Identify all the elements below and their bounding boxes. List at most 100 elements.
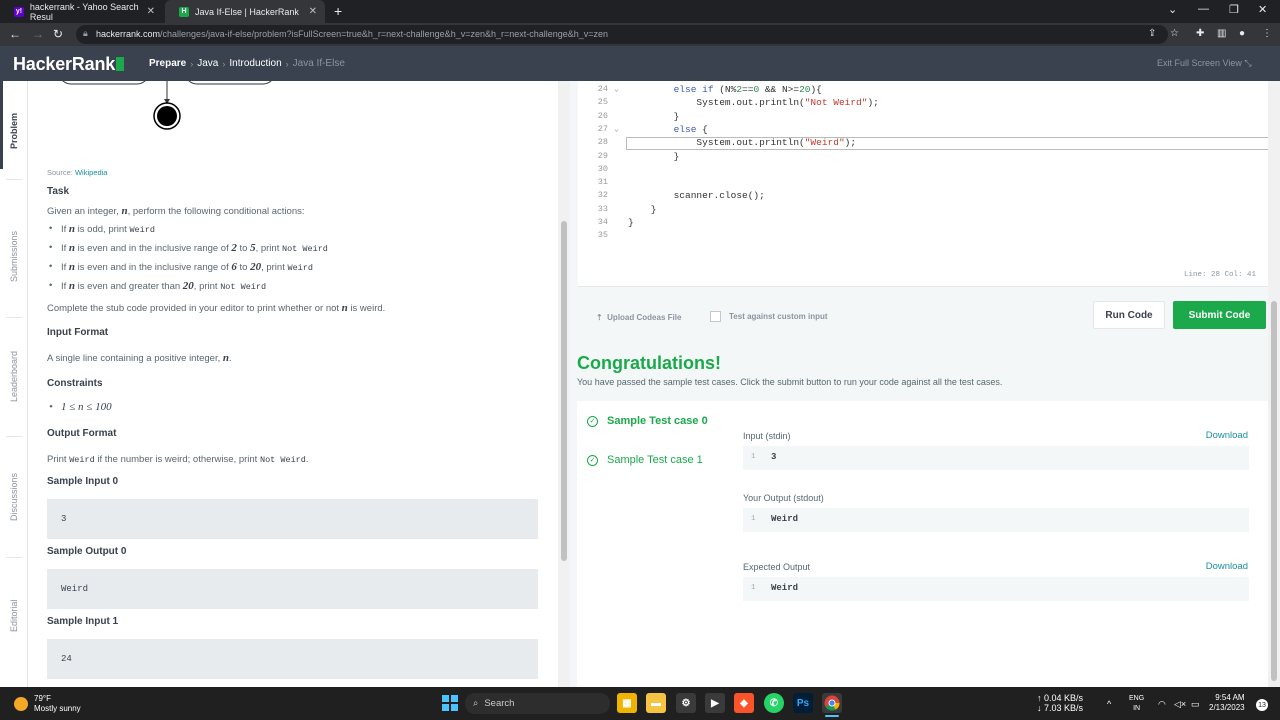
fold-icon[interactable]: ⌄: [614, 124, 619, 134]
code-line[interactable]: 29 }: [578, 151, 1268, 164]
media-player-icon[interactable]: ▶: [705, 693, 725, 713]
input-format-heading: Input Format: [47, 327, 109, 338]
chevron-right-icon: ›: [190, 58, 194, 69]
line-number: 32: [597, 190, 608, 201]
testcase-0-tab[interactable]: ✓ Sample Test case 0: [587, 415, 708, 427]
submit-code-button[interactable]: Submit Code: [1173, 301, 1266, 329]
editor-scrollbar[interactable]: [1268, 81, 1280, 687]
congrats-subtitle: You have passed the sample test cases. C…: [577, 377, 1003, 387]
tab-search-icon[interactable]: ⌄: [1168, 3, 1177, 16]
test-results: ✓ Sample Test case 0 ✓ Sample Test case 1 …: [577, 401, 1268, 687]
sample-input1-block: 24: [47, 639, 538, 679]
language-indicator[interactable]: ENG IN: [1129, 694, 1144, 714]
crumb-java[interactable]: Java: [197, 58, 218, 69]
hackerrank-logo[interactable]: HackerRank: [13, 54, 125, 75]
extensions-icon[interactable]: ✚: [1196, 28, 1204, 39]
profile-icon[interactable]: ●: [1239, 28, 1245, 39]
wikipedia-link[interactable]: Wikipedia: [75, 168, 108, 177]
chrome-icon[interactable]: [822, 693, 842, 713]
code-line[interactable]: 28 System.out.println("Weird");: [578, 137, 1268, 150]
chevron-up-icon[interactable]: ^: [1107, 699, 1111, 709]
new-tab-icon[interactable]: +: [334, 3, 342, 19]
your-output-label: Your Output (stdout): [743, 493, 824, 503]
hackerrank-favicon-icon: H: [179, 6, 189, 17]
problem-scrollbar[interactable]: [558, 81, 570, 687]
code-line[interactable]: 33 }: [578, 204, 1268, 217]
taskbar-search[interactable]: ⌕ Search: [465, 693, 610, 714]
code-line[interactable]: 24 ⌄ else if (N%2==0 && N>=20){: [578, 84, 1268, 97]
constraint-item: 1 ≤ n ≤ 100: [49, 401, 111, 413]
file-explorer-icon[interactable]: ▬: [646, 693, 666, 713]
output-format-text: Print Weird if the number is weird; othe…: [47, 454, 309, 465]
crumb-introduction[interactable]: Introduction: [229, 58, 281, 69]
tab-leaderboard[interactable]: Leaderboard: [0, 336, 28, 416]
code-line[interactable]: 27 ⌄ else {: [578, 124, 1268, 137]
side-tabs: Problem Submissions Leaderboard Discussi…: [0, 81, 28, 687]
breadcrumb: Prepare › Java › Introduction › Java If-…: [149, 58, 345, 69]
fold-icon[interactable]: ⌄: [614, 84, 619, 94]
calendar-app-icon[interactable]: ▦: [617, 693, 637, 713]
divider: [6, 557, 22, 558]
close-tab-icon[interactable]: ✕: [147, 6, 155, 17]
battery-icon[interactable]: ▭: [1191, 699, 1200, 710]
code-line[interactable]: 30: [578, 164, 1268, 177]
checkbox[interactable]: [710, 311, 721, 322]
tab-problem[interactable]: Problem: [0, 101, 28, 161]
custom-input-toggle[interactable]: Test against custom input: [710, 311, 828, 322]
tab-discussions[interactable]: Discussions: [0, 457, 28, 537]
tab-editorial[interactable]: Editorial: [0, 581, 28, 651]
code-line[interactable]: 31: [578, 177, 1268, 190]
reload-icon[interactable]: ↻: [53, 27, 63, 41]
restore-icon[interactable]: ❐: [1229, 3, 1239, 16]
sample-input1-heading: Sample Input 1: [47, 616, 119, 627]
brave-browser-icon[interactable]: ◆: [734, 693, 754, 713]
whatsapp-icon[interactable]: ✆: [764, 693, 784, 713]
line-number: 27: [597, 123, 608, 134]
tab-yahoo[interactable]: y! hackerrank - Yahoo Search Resul ✕: [0, 0, 163, 23]
line-number: 29: [597, 150, 608, 161]
chevron-right-icon: ›: [285, 58, 289, 69]
code-text: System.out.println("Not Weird");: [628, 97, 879, 109]
lock-icon[interactable]: 🔒︎: [83, 28, 88, 39]
code-line[interactable]: 34}: [578, 217, 1268, 230]
check-circle-icon: ✓: [587, 415, 598, 427]
rule-item: If n is even and greater than 20, print …: [49, 280, 266, 292]
download-input-link[interactable]: Download: [1206, 430, 1248, 441]
source-line: Source: Wikipedia: [47, 168, 108, 177]
forward-icon[interactable]: →: [32, 27, 44, 41]
network-speed: ↑ 0.04 KB/s ↓ 7.03 KB/s: [1037, 693, 1084, 713]
tab-submissions[interactable]: Submissions: [0, 216, 28, 296]
code-line[interactable]: 35: [578, 230, 1268, 243]
notification-badge[interactable]: 13: [1256, 699, 1268, 711]
code-line[interactable]: 26 }: [578, 111, 1268, 124]
weather-widget[interactable]: 79°F Mostly sunny: [14, 694, 81, 714]
active-app-indicator: [825, 715, 839, 717]
code-line[interactable]: 25 System.out.println("Not Weird");: [578, 97, 1268, 110]
crumb-prepare[interactable]: Prepare: [149, 58, 186, 69]
bookmark-star-icon[interactable]: ☆: [1170, 28, 1179, 39]
wifi-icon[interactable]: ◠: [1158, 699, 1166, 710]
start-icon[interactable]: [440, 693, 460, 713]
exit-fullscreen-link[interactable]: Exit Full Screen View ⤡: [1157, 58, 1252, 69]
url-text[interactable]: hackerrank.com/challenges/java-if-else/p…: [96, 29, 608, 39]
code-text: System.out.println("Weird");: [628, 137, 857, 149]
settings-icon[interactable]: ⚙: [676, 693, 696, 713]
download-expected-link[interactable]: Download: [1206, 561, 1248, 572]
back-icon[interactable]: ←: [9, 27, 21, 41]
share-icon[interactable]: ⇪: [1148, 28, 1156, 39]
close-tab-icon[interactable]: ✕: [309, 6, 317, 17]
menu-icon[interactable]: ⋮: [1262, 28, 1272, 39]
minimize-icon[interactable]: —: [1198, 3, 1209, 15]
run-code-button[interactable]: Run Code: [1093, 301, 1165, 329]
close-window-icon[interactable]: ✕: [1258, 3, 1267, 16]
upload-file-button[interactable]: ⇡ Upload Codeas File: [596, 313, 681, 322]
collapse-icon: ⤡: [1244, 58, 1252, 68]
testcase-1-tab[interactable]: ✓ Sample Test case 1: [587, 454, 703, 466]
code-line[interactable]: 32 scanner.close();: [578, 190, 1268, 203]
clock[interactable]: 9:54 AM 2/13/2023: [1209, 693, 1245, 713]
tab-hackerrank[interactable]: H Java If-Else | HackerRank ✕: [165, 0, 325, 23]
volume-icon[interactable]: ◁×: [1174, 699, 1186, 710]
photoshop-icon[interactable]: Ps: [793, 693, 813, 713]
sidepanel-icon[interactable]: ▥: [1217, 28, 1226, 39]
code-editor[interactable]: 24 ⌄ else if (N%2==0 && N>=20){25 System.…: [578, 81, 1269, 287]
